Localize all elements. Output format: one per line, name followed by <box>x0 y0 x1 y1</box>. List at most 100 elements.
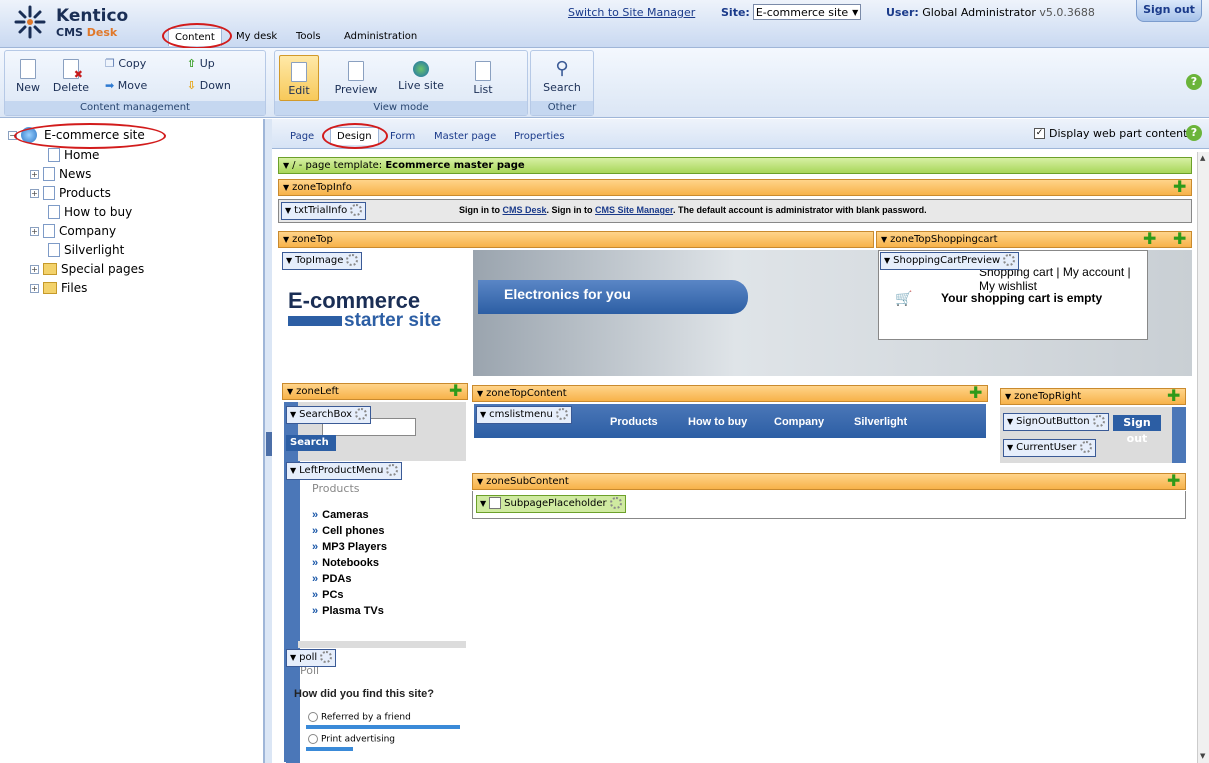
down-button[interactable]: ⇩ Down <box>187 79 237 92</box>
radio-icon <box>308 712 318 722</box>
preview-icon <box>348 61 364 81</box>
copy-button[interactable]: ❐ Copy <box>105 57 165 70</box>
poll-answer[interactable]: Referred by a friend <box>308 712 411 723</box>
tree-item-files[interactable]: + Files <box>30 279 87 297</box>
tree-item-company[interactable]: + Company <box>30 222 116 240</box>
tree-item-silverlight[interactable]: Silverlight <box>48 241 124 259</box>
menu-products[interactable]: Products <box>610 416 658 428</box>
nav-tools[interactable]: Tools <box>290 28 327 46</box>
zone-top-content[interactable]: ▼ zoneTopContent ✚ <box>472 385 988 402</box>
user-info: User: Global Administrator v5.0.3688 <box>886 6 1095 19</box>
copy-icon: ❐ <box>105 57 115 70</box>
search-icon: ⚲ <box>555 58 569 79</box>
trial-info-text: Sign in to CMS Desk. Sign in to CMS Site… <box>459 205 927 215</box>
search-box-button[interactable]: Search <box>286 435 336 451</box>
expand-icon: + <box>30 264 39 274</box>
webpart-SubpagePlaceholder[interactable]: ▼ SubpagePlaceholder <box>476 495 626 513</box>
expand-icon: + <box>30 188 39 198</box>
category-link[interactable]: » Notebooks <box>312 557 379 569</box>
content-management-group: New ✖ Delete ❐ Copy ➡ Move ⇧ Up ⇩ Down Co… <box>4 50 266 116</box>
tree-item-special-pages[interactable]: + Special pages <box>30 260 144 278</box>
menu-silverlight[interactable]: Silverlight <box>854 416 907 428</box>
webpart-ShoppingCartPreview[interactable]: ▼ ShoppingCartPreview <box>880 252 1020 270</box>
delete-button[interactable]: ✖ Delete <box>49 59 93 94</box>
edit-button[interactable]: Edit <box>279 55 319 101</box>
search-button[interactable]: ⚲ Search <box>537 58 587 95</box>
tree-item-news[interactable]: + News <box>30 165 91 183</box>
live-site-button[interactable]: Live site <box>391 61 451 92</box>
kentico-logo-icon <box>14 5 46 39</box>
delete-icon: ✖ <box>63 59 83 81</box>
tab-design[interactable]: Design <box>330 127 379 145</box>
tree-item-home[interactable]: Home <box>48 146 99 164</box>
zone-left[interactable]: ▼ zoneLeft ✚ <box>282 383 468 400</box>
menu-company[interactable]: Company <box>774 416 824 428</box>
poll-answer[interactable]: Print advertising <box>308 734 395 745</box>
webpart-cmslistmenu[interactable]: ▼ cmslistmenu <box>476 406 572 424</box>
placeholder-page-icon <box>489 497 502 509</box>
nav-content[interactable]: Content <box>168 28 222 46</box>
category-link[interactable]: » Plasma TVs <box>312 605 384 617</box>
category-link[interactable]: » Cameras <box>312 509 369 521</box>
list-button[interactable]: List <box>463 61 503 96</box>
webpart-SignOutButton[interactable]: ▼ SignOutButton <box>1003 413 1109 431</box>
switch-site-manager-link[interactable]: Switch to Site Manager <box>568 6 695 19</box>
tab-master-page[interactable]: Master page <box>434 131 496 142</box>
webpart-CurrentUser[interactable]: ▼ CurrentUser <box>1003 439 1096 457</box>
collapse-panel-handle[interactable] <box>266 432 272 456</box>
menu-how-to-buy[interactable]: How to buy <box>688 416 747 428</box>
content-tree: − E-commerce site Home + News + Products H… <box>0 119 264 763</box>
webpart-TopImage[interactable]: ▼ TopImage <box>282 252 363 270</box>
add-webpart-icon: ✚ <box>1173 229 1187 248</box>
webpart-txtTrialInfo[interactable]: ▼ txtTrialInfo <box>281 202 367 220</box>
expand-icon: + <box>30 169 39 179</box>
category-link[interactable]: » PDAs <box>312 573 351 585</box>
design-canvas: ▼ / - page template: Ecommerce master pag… <box>276 152 1197 763</box>
zone-top-shoppingcart[interactable]: ▼ zoneTopShoppingcart ✚ ✚ <box>876 231 1192 248</box>
list-icon <box>475 61 491 81</box>
category-link[interactable]: » Cell phones <box>312 525 384 537</box>
sign-out-webpart-button[interactable]: Sign out <box>1113 415 1161 445</box>
help-icon[interactable]: ? <box>1186 125 1202 141</box>
tab-page[interactable]: Page <box>290 131 314 142</box>
tab-properties[interactable]: Properties <box>514 131 565 142</box>
tree-root[interactable]: − E-commerce site <box>8 126 148 144</box>
gear-icon <box>1079 441 1092 453</box>
webpart-SearchBox[interactable]: ▼ SearchBox <box>286 406 372 424</box>
zone-top-info[interactable]: ▼ zoneTopInfo ✚ <box>278 179 1192 196</box>
move-button[interactable]: ➡ Move <box>105 79 165 92</box>
banner-bar <box>288 316 342 326</box>
webpart-poll[interactable]: ▼ poll <box>286 649 337 667</box>
banner-slogan: Electronics for you <box>504 286 631 302</box>
other-label: Other <box>531 101 593 115</box>
gear-icon <box>555 408 568 420</box>
category-link[interactable]: » MP3 Players <box>312 541 387 553</box>
up-button[interactable]: ⇧ Up <box>187 57 237 70</box>
webpart-LeftProductMenu[interactable]: ▼ LeftProductMenu <box>286 462 403 480</box>
zone-top[interactable]: ▼ zoneTop <box>278 231 874 248</box>
design-scrollbar[interactable]: ▲ ▼ <box>1197 152 1209 763</box>
gear-icon <box>609 497 622 509</box>
gear-icon <box>346 254 359 266</box>
zone-top-right[interactable]: ▼ zoneTopRight ✚ <box>1000 388 1186 405</box>
site-select[interactable]: E-commerce site ▼ <box>752 4 862 20</box>
top-right-bar: Switch to Site Manager <box>568 6 695 19</box>
display-webpart-toggle[interactable]: ✓ Display web part content <box>1034 127 1187 140</box>
tab-form[interactable]: Form <box>390 131 415 142</box>
zone-sub-content[interactable]: ▼ zoneSubContent ✚ <box>472 473 1186 490</box>
nav-my-desk[interactable]: My desk <box>230 28 283 46</box>
sign-out-button[interactable]: Sign out <box>1136 0 1202 22</box>
nav-administration[interactable]: Administration <box>338 28 423 46</box>
template-bar[interactable]: ▼ / - page template: Ecommerce master pag… <box>278 157 1192 174</box>
edit-icon <box>291 62 307 82</box>
tree-item-how-to-buy[interactable]: How to buy <box>48 203 132 221</box>
tree-item-products[interactable]: + Products <box>30 184 111 202</box>
page-icon <box>43 167 55 181</box>
help-icon[interactable]: ? <box>1186 74 1202 90</box>
new-button[interactable]: New <box>13 59 43 94</box>
add-webpart-icon: ✚ <box>1167 386 1181 405</box>
preview-button[interactable]: Preview <box>331 61 381 96</box>
page-icon <box>48 243 60 257</box>
cart-icon: 🛒 <box>895 291 913 307</box>
category-link[interactable]: » PCs <box>312 589 344 601</box>
